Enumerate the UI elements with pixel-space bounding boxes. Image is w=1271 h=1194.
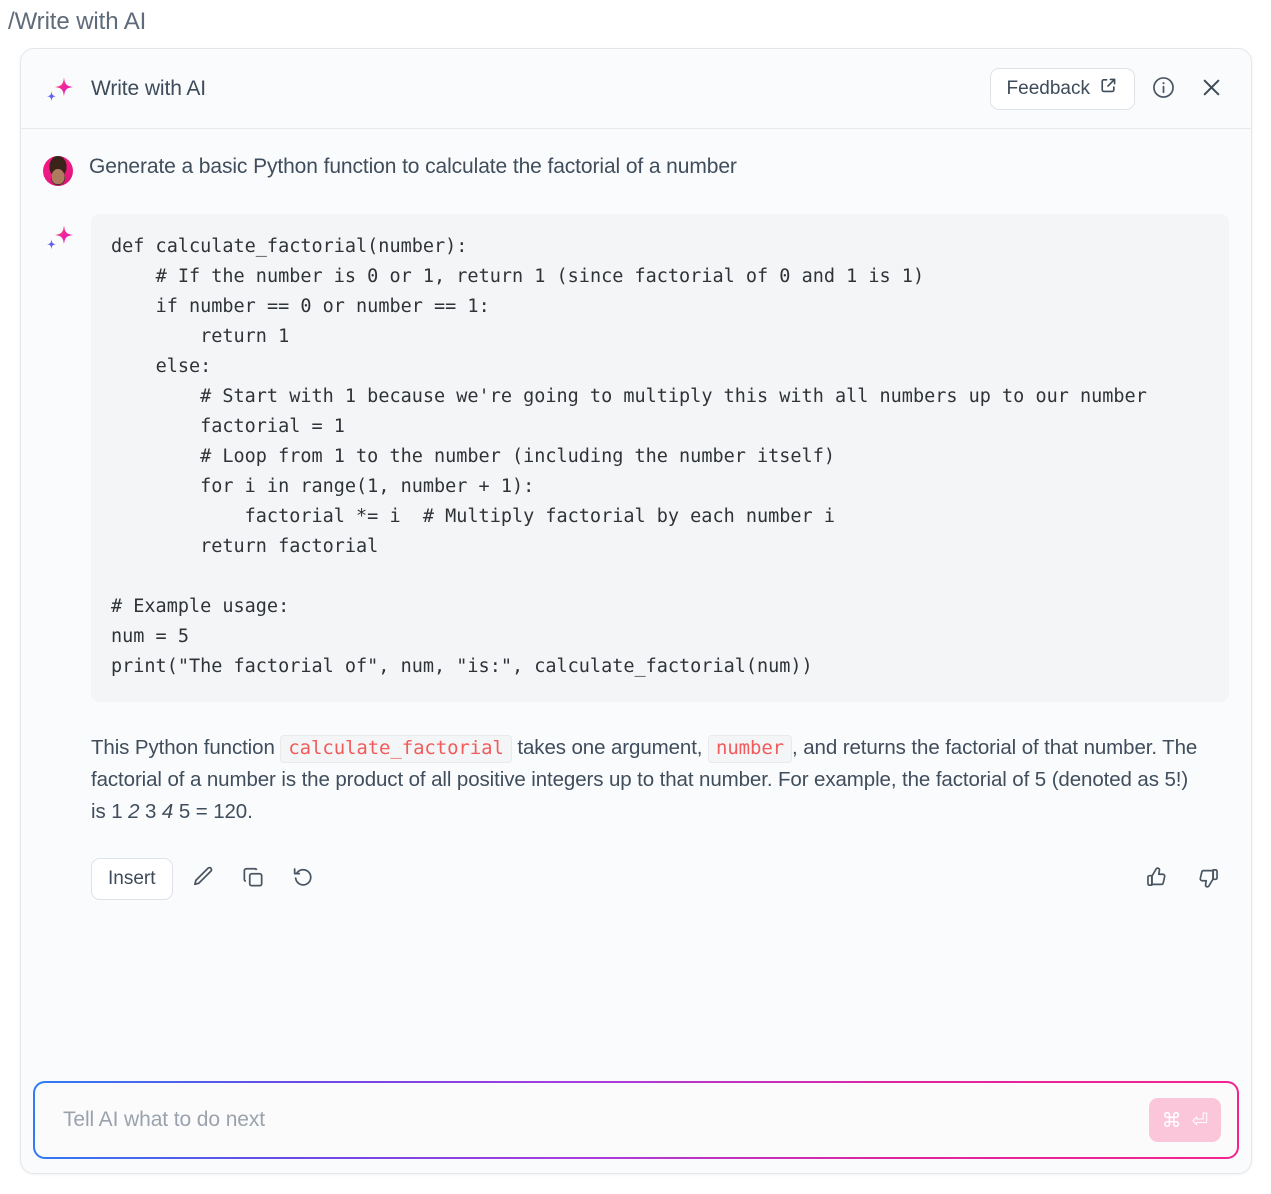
panel-body: Generate a basic Python function to calc… bbox=[21, 129, 1251, 1069]
code-block: def calculate_factorial(number): # If th… bbox=[91, 214, 1229, 702]
feedback-label: Feedback bbox=[1006, 77, 1090, 99]
pencil-edit-icon bbox=[190, 864, 216, 893]
ai-sparkle-icon bbox=[43, 220, 77, 254]
assistant-answer-row: def calculate_factorial(number): # If th… bbox=[43, 214, 1229, 905]
close-button[interactable] bbox=[1191, 69, 1231, 109]
insert-button[interactable]: Insert bbox=[91, 857, 173, 900]
panel-footer: ⌘ ⏎ bbox=[21, 1069, 1251, 1173]
thumbs-up-icon bbox=[1142, 864, 1169, 894]
explanation-italic-2: 4 bbox=[161, 800, 174, 824]
inline-code-calculate-factorial: calculate_factorial bbox=[280, 734, 512, 763]
explanation-italic-1: 2 bbox=[128, 800, 140, 824]
thumbs-up-button[interactable] bbox=[1135, 859, 1175, 899]
explanation-text-1: This Python function bbox=[91, 735, 281, 759]
thumbs-down-icon bbox=[1196, 864, 1223, 894]
feedback-button[interactable]: Feedback bbox=[989, 67, 1135, 110]
retry-refresh-icon bbox=[290, 864, 316, 893]
explanation-text-5: 5 = 120. bbox=[173, 800, 253, 824]
user-avatar bbox=[43, 156, 73, 186]
copy-icon bbox=[240, 864, 266, 893]
info-button[interactable] bbox=[1143, 69, 1183, 109]
slash-command-label: /Write with AI bbox=[8, 8, 147, 35]
ai-sparkle-icon bbox=[43, 72, 77, 106]
edit-button[interactable] bbox=[183, 859, 223, 899]
copy-button[interactable] bbox=[233, 859, 273, 899]
assistant-answer-content: def calculate_factorial(number): # If th… bbox=[91, 214, 1229, 905]
ai-input-gradient-border: ⌘ ⏎ bbox=[33, 1081, 1239, 1159]
send-button[interactable]: ⌘ ⏎ bbox=[1149, 1098, 1221, 1142]
user-prompt-text: Generate a basic Python function to calc… bbox=[89, 155, 737, 178]
thumbs-down-button[interactable] bbox=[1189, 859, 1229, 899]
explanation-paragraph: This Python function calculate_factorial… bbox=[91, 732, 1229, 829]
answer-action-bar: Insert bbox=[91, 853, 1229, 905]
info-circle-icon bbox=[1151, 75, 1176, 103]
external-link-icon bbox=[1099, 76, 1118, 101]
user-prompt-row: Generate a basic Python function to calc… bbox=[43, 153, 1229, 186]
panel-header: Write with AI Feedback bbox=[21, 49, 1251, 129]
command-key-icon: ⌘ bbox=[1161, 1108, 1182, 1132]
retry-button[interactable] bbox=[283, 859, 323, 899]
inline-code-number: number bbox=[707, 734, 793, 763]
ai-prompt-input[interactable] bbox=[61, 1107, 1149, 1133]
explanation-text-4: 3 bbox=[139, 800, 162, 824]
panel-title: Write with AI bbox=[91, 76, 207, 100]
explanation-text-2: takes one argument, bbox=[511, 735, 708, 759]
close-x-icon bbox=[1199, 75, 1224, 103]
write-with-ai-panel: Write with AI Feedback Generate a basic … bbox=[20, 48, 1252, 1174]
ai-input-container: ⌘ ⏎ bbox=[35, 1083, 1237, 1157]
enter-key-icon: ⏎ bbox=[1191, 1108, 1209, 1132]
